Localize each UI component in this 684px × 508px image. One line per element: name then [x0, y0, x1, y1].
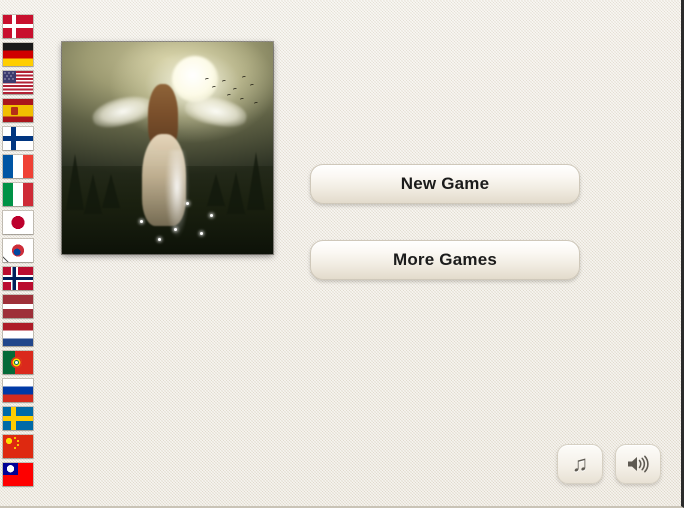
- bird-icon: [241, 75, 247, 80]
- flag-spain[interactable]: [3, 99, 33, 122]
- bird-icon: [249, 83, 255, 88]
- flag-japan[interactable]: [3, 211, 33, 234]
- angel-wing-left: [89, 91, 157, 132]
- flag-norway[interactable]: [3, 267, 33, 290]
- new-game-button-label: New Game: [400, 174, 490, 193]
- more-games-button[interactable]: More Games: [310, 240, 580, 280]
- sound-controls: ♫: [557, 444, 661, 484]
- sparkle-dot: [210, 214, 213, 217]
- game-cover-image[interactable]: [62, 42, 273, 254]
- bird-icon: [221, 79, 227, 84]
- flag-netherlands[interactable]: [3, 323, 33, 346]
- flag-south-korea[interactable]: [3, 239, 33, 262]
- tree-silhouette: [207, 174, 225, 206]
- sparkle-dot: [174, 228, 177, 231]
- tree-silhouette: [227, 172, 245, 214]
- flag-finland[interactable]: [3, 127, 33, 150]
- sparkle-dot: [140, 220, 143, 223]
- music-note-icon: ♫: [571, 451, 589, 476]
- bird-icon: [253, 101, 259, 106]
- sparkle-dot: [186, 202, 189, 205]
- tree-silhouette: [102, 174, 120, 208]
- angel-artwork: [62, 42, 273, 254]
- flag-latvia[interactable]: [3, 295, 33, 318]
- new-game-button[interactable]: New Game: [310, 164, 580, 204]
- more-games-button-label: More Games: [392, 250, 498, 269]
- flag-taiwan[interactable]: [3, 463, 33, 486]
- game-main-menu-screen: New Game More Games ♫: [0, 0, 684, 508]
- language-flag-column: [3, 15, 36, 486]
- flag-france[interactable]: [3, 155, 33, 178]
- bird-icon: [232, 87, 238, 92]
- tree-silhouette: [247, 152, 265, 210]
- bird-icon: [239, 97, 245, 102]
- flag-united-states[interactable]: [3, 71, 33, 94]
- volume-toggle-button[interactable]: [615, 444, 661, 484]
- music-toggle-button[interactable]: ♫: [557, 444, 603, 484]
- sparkle-dot: [158, 238, 161, 241]
- flag-denmark[interactable]: [3, 15, 33, 38]
- flag-russia[interactable]: [3, 379, 33, 402]
- tree-silhouette: [66, 154, 84, 210]
- flag-sweden[interactable]: [3, 407, 33, 430]
- sparkle-trail: [162, 150, 192, 242]
- flag-italy[interactable]: [3, 183, 33, 206]
- flag-china[interactable]: [3, 435, 33, 458]
- bird-icon: [226, 93, 232, 98]
- moon-graphic: [172, 56, 218, 102]
- flag-germany[interactable]: [3, 43, 33, 66]
- tree-silhouette: [84, 174, 102, 214]
- flag-portugal[interactable]: [3, 351, 33, 374]
- speaker-volume-icon: [626, 454, 650, 474]
- sparkle-dot: [200, 232, 203, 235]
